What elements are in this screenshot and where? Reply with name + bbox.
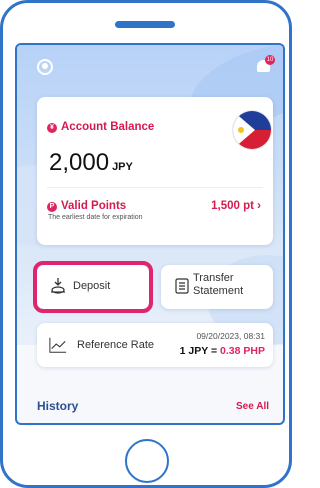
points-amount: 1,500 pt — [211, 200, 254, 212]
reference-rate-datetime: 09/20/2023, 08:31 — [196, 331, 265, 341]
phone-speaker — [115, 21, 175, 28]
rate-amount: 0.38 PHP — [220, 345, 265, 357]
phone-frame: 10 ¥ Account Balance 2,000 JPY P Valid Po… — [0, 0, 292, 488]
card-divider — [47, 187, 263, 188]
transfer-label-line2: Statement — [193, 285, 244, 297]
rate-prefix: 1 JPY = — [179, 345, 221, 357]
points-icon: P — [47, 202, 57, 212]
history-title: History — [37, 399, 79, 413]
account-balance-label: Account Balance — [61, 121, 155, 133]
account-balance-icon: ¥ — [47, 123, 57, 133]
valid-points-subtitle: The earliest date for expiration — [48, 214, 143, 221]
philippines-flag-icon — [233, 111, 271, 149]
valid-points-value[interactable]: 1,500 pt › — [211, 200, 261, 212]
notification-badge: 10 — [265, 55, 275, 65]
account-balance-amount: 2,000 JPY — [49, 149, 133, 177]
transfer-statement-button[interactable]: Transfer Statement — [161, 265, 273, 309]
reference-rate-card[interactable]: Reference Rate 09/20/2023, 08:31 1 JPY =… — [37, 323, 273, 367]
app-screen: 10 ¥ Account Balance 2,000 JPY P Valid Po… — [15, 43, 285, 425]
chart-line-icon — [49, 337, 67, 353]
account-balance-card: ¥ Account Balance 2,000 JPY P Valid Point… — [37, 97, 273, 245]
statement-icon — [175, 278, 189, 294]
transfer-label-line1: Transfer — [193, 272, 234, 284]
profile-icon[interactable] — [37, 59, 53, 75]
home-button[interactable] — [125, 439, 169, 483]
reference-rate-value: 1 JPY = 0.38 PHP — [180, 345, 265, 357]
balance-value: 2,000 — [49, 149, 110, 176]
reference-rate-label: Reference Rate — [77, 339, 155, 351]
see-all-link[interactable]: See All — [236, 401, 269, 412]
deposit-highlight-box — [33, 261, 153, 313]
balance-currency: JPY — [112, 161, 133, 173]
transfer-statement-label: Transfer Statement — [193, 272, 243, 298]
valid-points-label: Valid Points — [61, 200, 127, 212]
